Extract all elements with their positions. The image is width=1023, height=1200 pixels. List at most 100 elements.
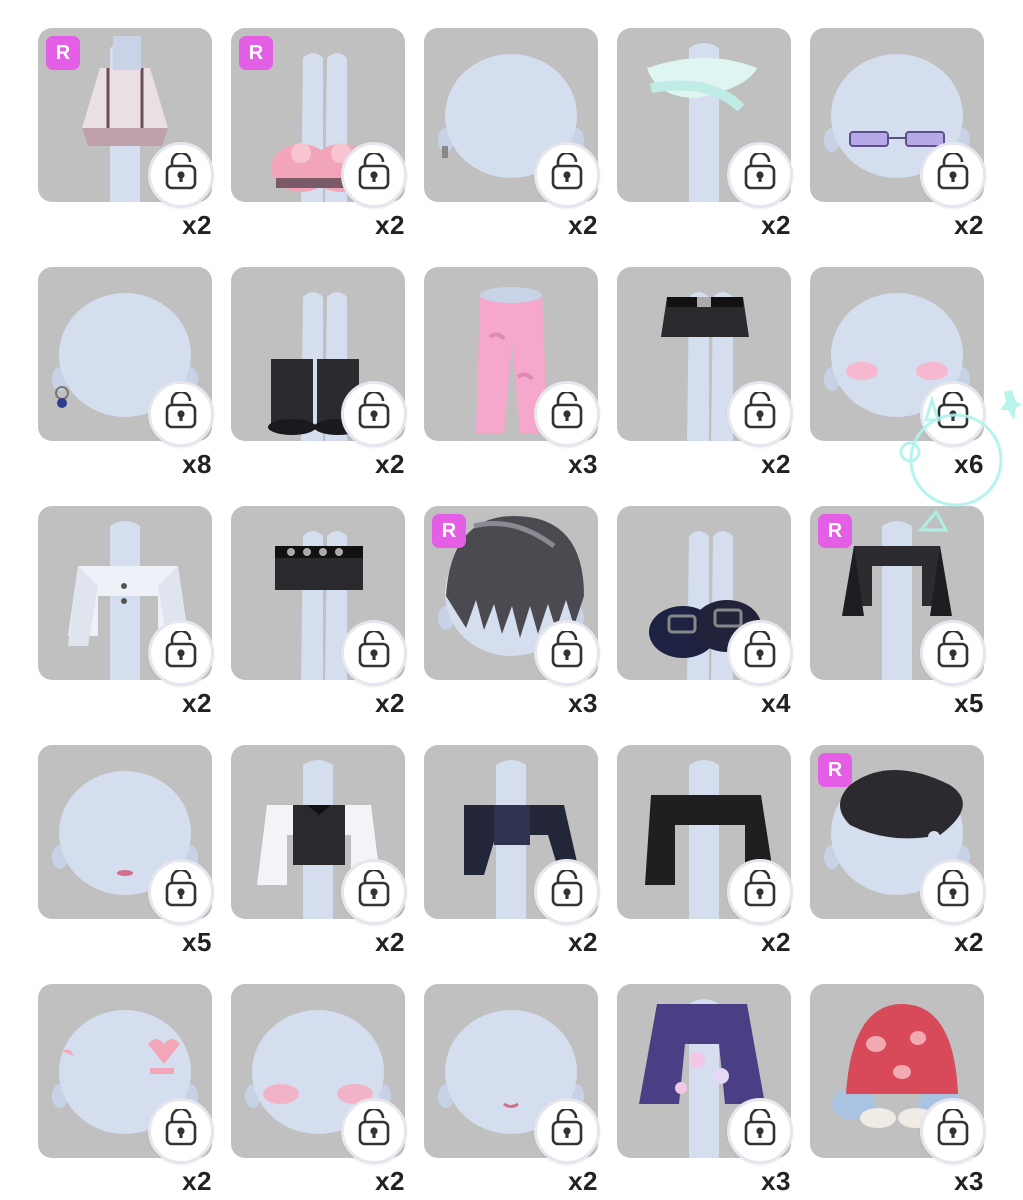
inventory-item-tuxedo[interactable]: x2 xyxy=(231,745,407,957)
item-quantity: x5 xyxy=(182,927,212,957)
inventory-item-studded-skirt[interactable]: x2 xyxy=(231,506,407,718)
item-card[interactable] xyxy=(38,984,214,1164)
unlocked-padlock-icon xyxy=(161,629,201,676)
item-quantity: x2 xyxy=(568,927,598,957)
unlock-button[interactable] xyxy=(148,142,214,208)
inventory-grid: R x2 R x2 x2 x2 x2 x8 x2 x3 x2 x6 x2 x2 … xyxy=(38,28,986,1196)
inventory-item-black-coat[interactable]: R x5 xyxy=(810,506,986,718)
item-card[interactable] xyxy=(38,745,214,925)
inventory-item-earring-small[interactable]: x2 xyxy=(424,28,600,240)
inventory-item-beret[interactable]: R x2 xyxy=(810,745,986,957)
unlocked-padlock-icon xyxy=(354,390,394,437)
inventory-item-glasses[interactable]: x2 xyxy=(810,28,986,240)
item-card[interactable]: R xyxy=(810,506,986,686)
item-quantity: x2 xyxy=(761,927,791,957)
unlocked-padlock-icon xyxy=(740,390,780,437)
unlock-button[interactable] xyxy=(727,142,793,208)
unlock-button[interactable] xyxy=(341,1098,407,1164)
inventory-item-boots[interactable]: x2 xyxy=(231,267,407,479)
unlock-button[interactable] xyxy=(727,1098,793,1164)
item-quantity: x6 xyxy=(954,449,984,479)
unlocked-padlock-icon xyxy=(547,151,587,198)
item-quantity: x4 xyxy=(761,688,791,718)
item-card[interactable] xyxy=(617,984,793,1164)
unlock-button[interactable] xyxy=(148,859,214,925)
unlock-button[interactable] xyxy=(534,142,600,208)
inventory-item-stickers[interactable]: x2 xyxy=(38,984,214,1196)
unlock-button[interactable] xyxy=(148,620,214,686)
item-card[interactable]: R xyxy=(810,745,986,925)
item-card[interactable] xyxy=(231,267,407,447)
inventory-item-dress[interactable]: R x2 xyxy=(38,28,214,240)
item-quantity: x2 xyxy=(375,688,405,718)
unlock-button[interactable] xyxy=(341,381,407,447)
unlocked-padlock-icon xyxy=(933,868,973,915)
inventory-item-black-jacket[interactable]: x2 xyxy=(617,745,793,957)
inventory-item-bandage[interactable]: x2 xyxy=(617,28,793,240)
inventory-item-floral-robe[interactable]: x3 xyxy=(617,984,793,1196)
item-card[interactable]: R xyxy=(424,506,600,686)
item-card[interactable] xyxy=(38,506,214,686)
item-card[interactable] xyxy=(424,745,600,925)
item-quantity: x2 xyxy=(375,449,405,479)
unlocked-padlock-icon xyxy=(161,151,201,198)
item-card[interactable] xyxy=(810,28,986,208)
inventory-item-earring-blue[interactable]: x8 xyxy=(38,267,214,479)
item-card[interactable] xyxy=(424,267,600,447)
item-card[interactable] xyxy=(617,506,793,686)
inventory-item-lips[interactable]: x5 xyxy=(38,745,214,957)
unlock-button[interactable] xyxy=(534,859,600,925)
inventory-item-mushroom-hat[interactable]: x3 xyxy=(810,984,986,1196)
item-quantity: x2 xyxy=(954,927,984,957)
unlocked-padlock-icon xyxy=(354,629,394,676)
unlock-button[interactable] xyxy=(534,620,600,686)
item-quantity: x2 xyxy=(761,449,791,479)
unlock-button[interactable] xyxy=(341,142,407,208)
inventory-item-dark-top[interactable]: x2 xyxy=(424,745,600,957)
unlock-button[interactable] xyxy=(920,620,986,686)
inventory-item-pink-pants[interactable]: x3 xyxy=(424,267,600,479)
unlocked-padlock-icon xyxy=(933,1107,973,1154)
unlocked-padlock-icon xyxy=(740,629,780,676)
unlock-button[interactable] xyxy=(727,859,793,925)
unlock-button[interactable] xyxy=(341,859,407,925)
unlock-button[interactable] xyxy=(341,620,407,686)
inventory-item-white-jacket[interactable]: x2 xyxy=(38,506,214,718)
item-card[interactable] xyxy=(810,267,986,447)
item-quantity: x3 xyxy=(568,449,598,479)
inventory-item-loafers[interactable]: x4 xyxy=(617,506,793,718)
unlock-button[interactable] xyxy=(727,381,793,447)
item-quantity: x3 xyxy=(761,1166,791,1196)
item-card[interactable] xyxy=(231,984,407,1164)
item-card[interactable] xyxy=(231,506,407,686)
inventory-item-cheek-blush[interactable]: x2 xyxy=(231,984,407,1196)
unlocked-padlock-icon xyxy=(933,151,973,198)
inventory-item-sneakers[interactable]: R x2 xyxy=(231,28,407,240)
inventory-item-hair[interactable]: R x3 xyxy=(424,506,600,718)
unlock-button[interactable] xyxy=(920,381,986,447)
item-card[interactable] xyxy=(810,984,986,1164)
unlock-button[interactable] xyxy=(148,381,214,447)
item-quantity: x2 xyxy=(375,210,405,240)
unlock-button[interactable] xyxy=(727,620,793,686)
unlock-button[interactable] xyxy=(920,142,986,208)
item-card[interactable] xyxy=(424,984,600,1164)
inventory-item-black-skirt[interactable]: x2 xyxy=(617,267,793,479)
unlock-button[interactable] xyxy=(148,1098,214,1164)
inventory-item-small-mouth[interactable]: x2 xyxy=(424,984,600,1196)
item-card[interactable] xyxy=(617,745,793,925)
rare-badge: R xyxy=(239,36,273,70)
item-card[interactable]: R xyxy=(231,28,407,208)
item-card[interactable] xyxy=(424,28,600,208)
unlocked-padlock-icon xyxy=(933,390,973,437)
unlock-button[interactable] xyxy=(534,1098,600,1164)
item-card[interactable]: R xyxy=(38,28,214,208)
unlock-button[interactable] xyxy=(534,381,600,447)
item-card[interactable] xyxy=(231,745,407,925)
item-card[interactable] xyxy=(617,28,793,208)
unlock-button[interactable] xyxy=(920,859,986,925)
item-card[interactable] xyxy=(38,267,214,447)
inventory-item-blush[interactable]: x6 xyxy=(810,267,986,479)
unlock-button[interactable] xyxy=(920,1098,986,1164)
item-card[interactable] xyxy=(617,267,793,447)
